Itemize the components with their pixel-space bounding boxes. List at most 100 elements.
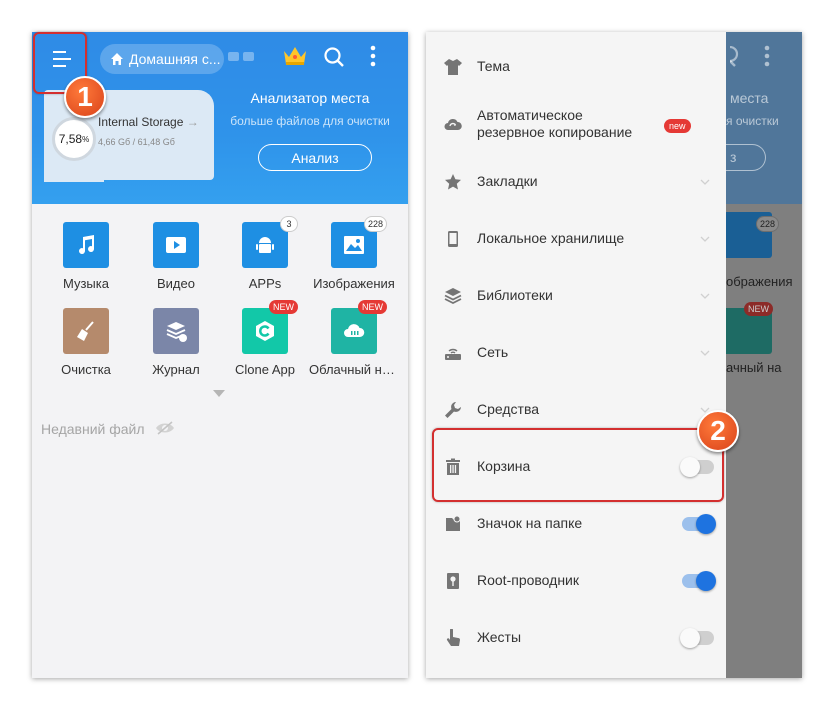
category-video[interactable]: Видео: [131, 222, 221, 291]
drawer-item-root-explorer[interactable]: Root-проводник: [426, 552, 726, 609]
apps-count-badge: 3: [280, 216, 298, 232]
storage-header: Домашняя с... 7,58% Internal Storage → 4…: [32, 32, 408, 204]
dimmed-new-badge: NEW: [744, 302, 773, 316]
analyzer-subtitle: больше файлов для очистки: [230, 114, 390, 128]
drawer-item-label: Жесты: [477, 629, 522, 645]
eye-off-icon[interactable]: [155, 420, 175, 436]
drawer-item-label-line2: резервное копирование: [477, 123, 633, 140]
root-explorer-toggle[interactable]: [682, 570, 716, 591]
drawer-item-bookmarks[interactable]: Закладки: [426, 153, 726, 210]
drawer-item-label: Сеть: [477, 344, 509, 360]
chevron-down-icon: [700, 293, 710, 299]
expand-arrow-icon[interactable]: [213, 390, 225, 397]
drawer-item-label: Библиотеки: [477, 287, 553, 303]
images-count-badge: 228: [363, 216, 387, 232]
category-label: APPs: [248, 276, 282, 291]
highlight-recycle-bin: [432, 428, 724, 502]
layers-icon: [444, 287, 462, 304]
new-badge: NEW: [358, 300, 387, 314]
dimmed-cloud-label: ачный на: [726, 360, 782, 375]
chevron-down-icon: [700, 179, 710, 185]
images-tile: 228: [331, 216, 387, 268]
category-apps[interactable]: 3 APPs: [220, 216, 310, 291]
shirt-icon: [444, 58, 462, 75]
category-label: Clone App: [235, 362, 295, 377]
new-badge: NEW: [269, 300, 298, 314]
apps-tile: 3: [242, 216, 298, 268]
arrow-right-icon: →: [186, 115, 199, 129]
folder-badge-toggle[interactable]: [682, 513, 716, 534]
music-icon: [79, 235, 95, 255]
drawer-item-label: Закладки: [477, 173, 538, 189]
drawer-item-network[interactable]: Сеть: [426, 324, 726, 381]
search-icon-dimmed: [730, 46, 739, 67]
step-badge-2: 2: [697, 410, 739, 452]
broom-icon: [77, 321, 94, 341]
cloud-icon: [344, 324, 365, 337]
drawer-item-local-storage[interactable]: Локальное хранилище: [426, 210, 726, 267]
wrench-icon: [445, 401, 461, 418]
home-breadcrumb[interactable]: Домашняя с...: [100, 44, 224, 74]
search-icon[interactable]: [323, 46, 345, 68]
dimmed-images-count: 228: [756, 216, 780, 232]
drawer-item-label: Автоматическое резервное копирование: [477, 107, 632, 141]
gestures-toggle[interactable]: [680, 627, 714, 648]
left-phone-screen: Домашняя с... 7,58% Internal Storage → 4…: [32, 32, 408, 678]
crown-icon[interactable]: [282, 44, 308, 68]
category-label: Журнал: [152, 362, 200, 377]
clone-app-tile: NEW: [242, 300, 298, 354]
video-tile: [153, 222, 199, 268]
history-icon: [166, 322, 187, 342]
category-history[interactable]: Журнал: [131, 308, 221, 377]
video-icon: [166, 237, 186, 253]
cloud-backup-icon: [444, 118, 462, 130]
drawer-item-label: Root-проводник: [477, 572, 579, 588]
home-label: Домашняя с...: [129, 51, 221, 67]
window-indicators[interactable]: [228, 52, 254, 61]
analyze-button[interactable]: Анализ: [258, 144, 372, 171]
category-label: Изображения: [313, 276, 395, 291]
storage-percent: 7,58: [58, 132, 83, 146]
category-cloud[interactable]: NEW Облачный на...: [309, 300, 399, 377]
android-icon: [256, 237, 274, 253]
key-icon: [447, 572, 459, 589]
dimmed-images-label: ображения: [726, 274, 793, 289]
category-images[interactable]: 228 Изображения: [309, 216, 399, 291]
navigation-drawer: Тема Автоматическое резервное копирование…: [426, 32, 726, 678]
drawer-item-label: Тема: [477, 58, 510, 74]
category-cleaner[interactable]: Очистка: [41, 308, 131, 377]
drawer-item-label-line1: Автоматическое: [477, 106, 583, 123]
step-badge-1: 1: [64, 76, 106, 118]
drawer-item-gestures[interactable]: Жесты: [426, 609, 726, 666]
cloud-tile: NEW: [331, 300, 387, 354]
toggle-knob: [680, 627, 700, 648]
clone-icon: [256, 321, 274, 341]
right-phone-screen: места я очистки з 228 ображения NEW ачны…: [426, 32, 802, 678]
music-tile: [63, 222, 109, 268]
router-icon: [445, 348, 461, 360]
toggle-knob: [696, 513, 716, 534]
dimmed-analyzer-subtitle: я очистки: [726, 114, 779, 128]
storage-name[interactable]: Internal Storage →: [98, 115, 199, 129]
drawer-item-folder-badge[interactable]: Значок на папке: [426, 495, 726, 552]
drawer-item-label: Значок на папке: [477, 515, 583, 531]
drawer-item-libraries[interactable]: Библиотеки: [426, 267, 726, 324]
image-icon: [344, 236, 364, 254]
storage-name-text: Internal Storage: [98, 115, 184, 129]
more-vert-icon[interactable]: [366, 44, 380, 68]
drawer-item-theme[interactable]: Тема: [426, 38, 726, 95]
star-icon: [445, 173, 461, 189]
home-icon: [111, 53, 123, 65]
phone-icon: [448, 230, 458, 247]
category-clone-app[interactable]: NEW Clone App: [220, 300, 310, 377]
category-label: Музыка: [63, 276, 109, 291]
category-label: Видео: [157, 276, 195, 291]
dimmed-analyze-button: з: [726, 144, 766, 171]
analyzer-title: Анализатор места: [250, 90, 370, 106]
cleaner-tile: [63, 308, 109, 354]
category-music[interactable]: Музыка: [41, 222, 131, 291]
toggle-knob: [696, 570, 716, 591]
dimmed-analyzer-title: места: [730, 90, 769, 106]
drawer-item-label: Локальное хранилище: [477, 230, 625, 246]
storage-percent-sign: %: [82, 134, 90, 144]
